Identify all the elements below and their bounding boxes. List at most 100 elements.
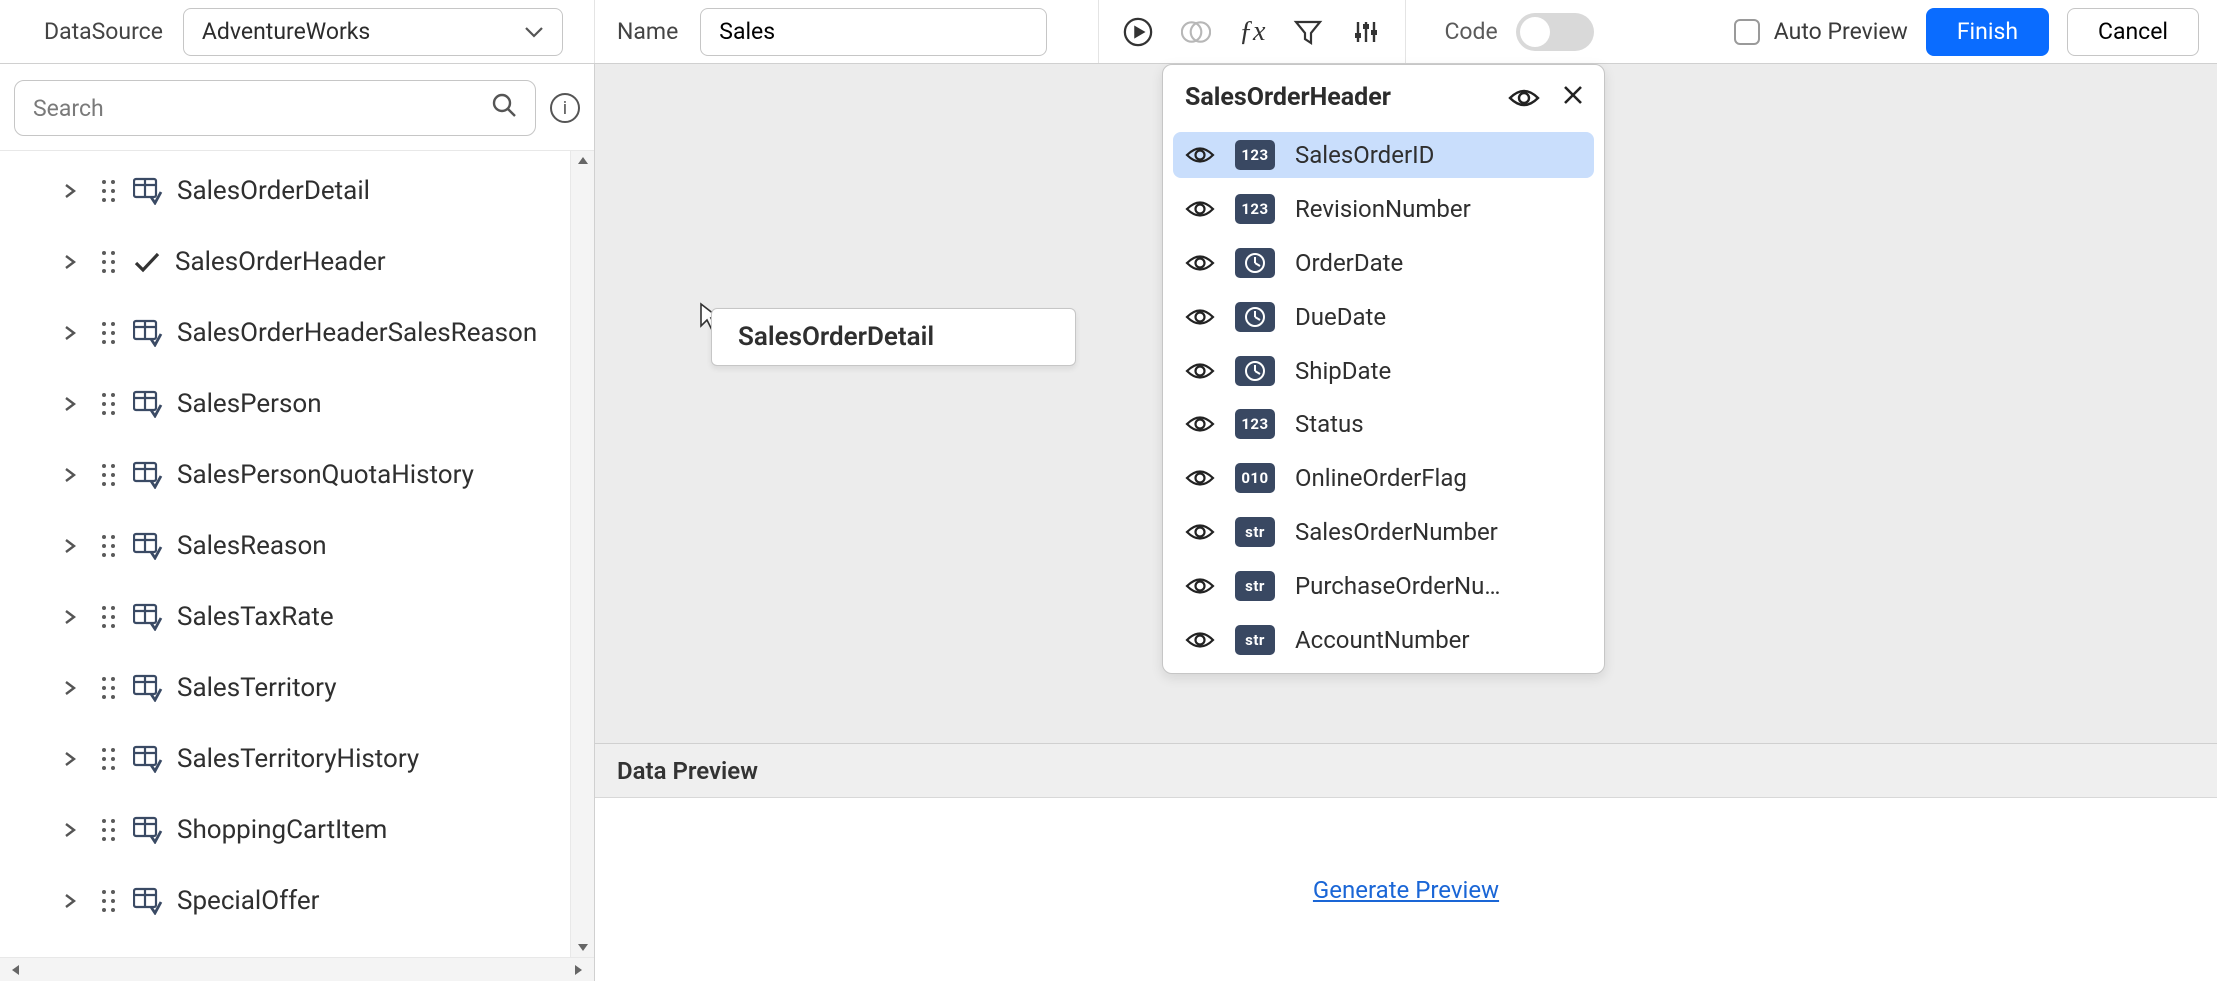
drag-handle-icon[interactable] <box>102 677 115 699</box>
tree-item-label: SalesPersonQuotaHistory <box>177 460 474 490</box>
field-panel-title: SalesOrderHeader <box>1185 83 1391 112</box>
tree-item-label: SpecialOffer <box>177 886 319 916</box>
visibility-icon[interactable] <box>1185 522 1215 542</box>
field-row[interactable]: str SalesOrderNumber <box>1173 509 1594 555</box>
type-badge: 010 <box>1235 463 1275 493</box>
expand-icon[interactable] <box>62 179 78 203</box>
drag-handle-icon[interactable] <box>102 393 115 415</box>
check-icon <box>133 250 161 274</box>
expand-icon[interactable] <box>62 392 78 416</box>
expand-icon[interactable] <box>62 889 78 913</box>
auto-preview-checkbox[interactable]: Auto Preview <box>1734 18 1908 45</box>
drag-handle-icon[interactable] <box>102 322 115 344</box>
visibility-icon[interactable] <box>1185 307 1215 327</box>
field-row[interactable]: DueDate <box>1173 294 1594 340</box>
chevron-down-icon <box>524 25 544 39</box>
tree-item[interactable]: SalesTerritoryHistory <box>0 723 570 794</box>
dragged-table-card[interactable]: SalesOrderDetail <box>711 308 1076 366</box>
search-input-container[interactable] <box>14 80 536 136</box>
visibility-icon[interactable] <box>1185 414 1215 434</box>
drag-handle-icon[interactable] <box>102 819 115 841</box>
play-icon[interactable] <box>1123 17 1153 47</box>
tree-item[interactable]: SalesOrderDetail <box>0 155 570 226</box>
field-label: RevisionNumber <box>1295 195 1471 223</box>
table-icon <box>133 390 163 418</box>
fx-icon[interactable]: ƒx <box>1239 17 1265 47</box>
tree-item-label: SalesReason <box>177 531 327 561</box>
finish-button[interactable]: Finish <box>1926 8 2049 56</box>
field-row[interactable]: 123 SalesOrderID <box>1173 132 1594 178</box>
drag-handle-icon[interactable] <box>102 180 115 202</box>
scroll-down-icon[interactable] <box>577 939 589 957</box>
expand-icon[interactable] <box>62 321 78 345</box>
table-icon <box>133 177 163 205</box>
datetime-type-icon <box>1235 302 1275 332</box>
tree-item-label: SalesTerritory <box>177 673 337 703</box>
datetime-type-icon <box>1235 248 1275 278</box>
tree-item[interactable]: SalesOrderHeaderSalesReason <box>0 297 570 368</box>
field-row[interactable]: 010 OnlineOrderFlag <box>1173 455 1594 501</box>
type-badge: 123 <box>1235 140 1275 170</box>
field-row[interactable]: str PurchaseOrderNu… <box>1173 563 1594 609</box>
tree-item-label: SalesOrderHeader <box>175 247 386 277</box>
field-row[interactable]: str AccountNumber <box>1173 617 1594 663</box>
tree-item-label: SalesTaxRate <box>177 602 334 632</box>
expand-icon[interactable] <box>62 250 78 274</box>
schema-tree[interactable]: SalesOrderDetail SalesOrderHeader SalesO… <box>0 151 570 957</box>
scroll-left-icon[interactable] <box>6 964 24 976</box>
visibility-icon[interactable] <box>1185 630 1215 650</box>
expand-icon[interactable] <box>62 463 78 487</box>
generate-preview-link[interactable]: Generate Preview <box>1313 876 1499 904</box>
drag-handle-icon[interactable] <box>102 535 115 557</box>
tree-item[interactable]: ShoppingCartItem <box>0 794 570 865</box>
tree-item[interactable]: SalesTerritory <box>0 652 570 723</box>
name-input[interactable] <box>700 8 1047 56</box>
tree-item-label: SalesPerson <box>177 389 322 419</box>
vertical-scrollbar[interactable] <box>570 151 594 957</box>
design-canvas[interactable]: SalesOrderDetail SalesOrderHeader <box>595 64 2217 743</box>
search-input[interactable] <box>33 95 491 122</box>
visibility-icon[interactable] <box>1185 199 1215 219</box>
field-row[interactable]: ShipDate <box>1173 348 1594 394</box>
close-icon[interactable] <box>1562 84 1584 112</box>
tree-item[interactable]: SalesTaxRate <box>0 581 570 652</box>
drag-handle-icon[interactable] <box>102 606 115 628</box>
drag-handle-icon[interactable] <box>102 748 115 770</box>
drag-handle-icon[interactable] <box>102 464 115 486</box>
sliders-icon[interactable] <box>1351 17 1381 47</box>
horizontal-scrollbar[interactable] <box>0 957 594 981</box>
expand-icon[interactable] <box>62 747 78 771</box>
field-row[interactable]: 123 Status <box>1173 402 1594 448</box>
panel-visibility-icon[interactable] <box>1508 87 1540 109</box>
info-icon[interactable]: i <box>550 93 580 123</box>
tree-item[interactable]: SalesReason <box>0 510 570 581</box>
drag-handle-icon[interactable] <box>102 251 115 273</box>
field-row[interactable]: OrderDate <box>1173 240 1594 286</box>
tree-item[interactable]: SalesOrderHeader <box>0 226 570 297</box>
table-icon <box>133 887 163 915</box>
expand-icon[interactable] <box>62 605 78 629</box>
visibility-icon[interactable] <box>1185 253 1215 273</box>
code-toggle[interactable] <box>1516 13 1594 51</box>
scroll-right-icon[interactable] <box>570 964 588 976</box>
tree-item[interactable]: SpecialOffer <box>0 865 570 936</box>
visibility-icon[interactable] <box>1185 145 1215 165</box>
tree-item[interactable]: SalesPersonQuotaHistory <box>0 439 570 510</box>
visibility-icon[interactable] <box>1185 576 1215 596</box>
scroll-up-icon[interactable] <box>577 151 589 169</box>
table-icon <box>133 603 163 631</box>
field-row[interactable]: 123 RevisionNumber <box>1173 186 1594 232</box>
datasource-select[interactable]: AdventureWorks <box>183 8 563 56</box>
expand-icon[interactable] <box>62 676 78 700</box>
visibility-icon[interactable] <box>1185 361 1215 381</box>
venn-icon[interactable] <box>1181 17 1211 47</box>
drag-handle-icon[interactable] <box>102 890 115 912</box>
expand-icon[interactable] <box>62 534 78 558</box>
expand-icon[interactable] <box>62 818 78 842</box>
cancel-button[interactable]: Cancel <box>2067 8 2199 56</box>
visibility-icon[interactable] <box>1185 468 1215 488</box>
filter-icon[interactable] <box>1293 17 1323 47</box>
tree-item[interactable]: SalesPerson <box>0 368 570 439</box>
field-label: PurchaseOrderNu… <box>1295 572 1500 600</box>
field-label: DueDate <box>1295 303 1386 331</box>
